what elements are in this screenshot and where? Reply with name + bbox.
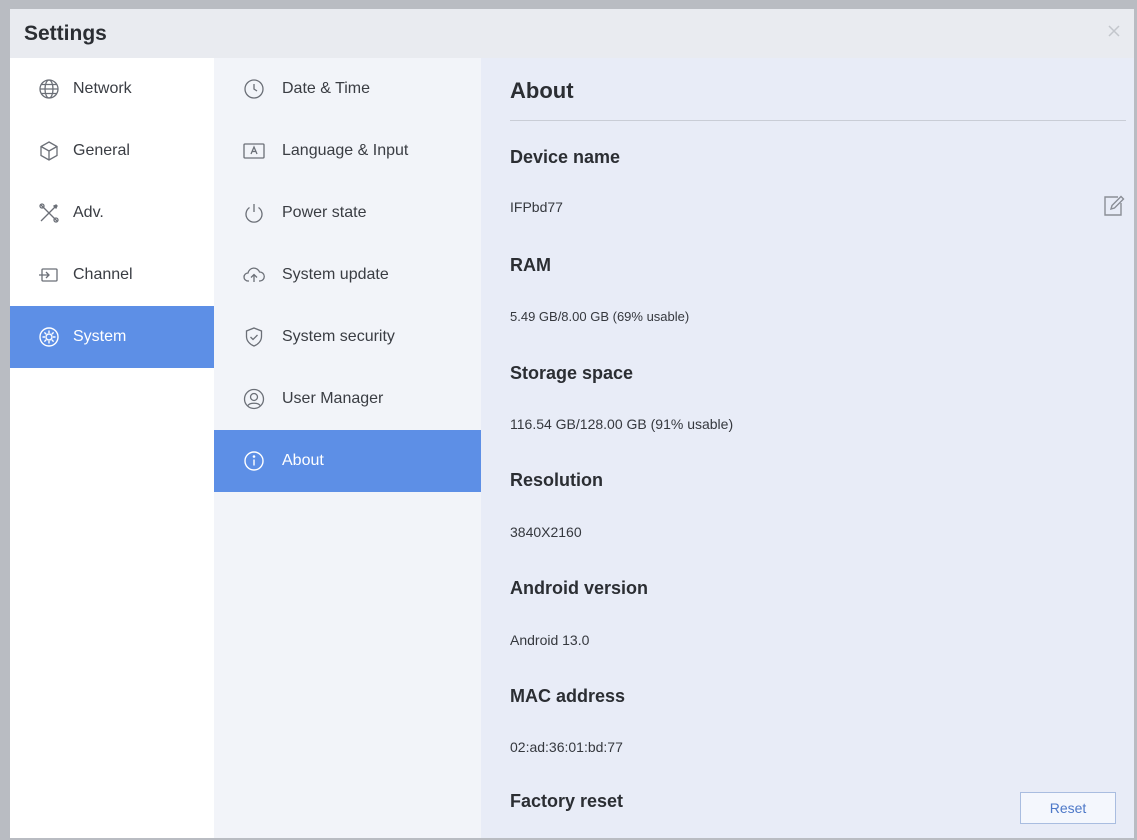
input-source-icon: [37, 263, 61, 287]
settings-window: Settings Network General Adv. Channel Sy…: [10, 9, 1134, 838]
sidebar-item-label: User Manager: [282, 390, 384, 407]
sidebar-item-about[interactable]: About: [214, 430, 481, 492]
sidebar-item-network[interactable]: Network: [10, 58, 214, 120]
sidebar-item-system-update[interactable]: System update: [214, 244, 481, 306]
device-name-label: Device name: [510, 147, 621, 167]
storage-label: Storage space: [510, 363, 634, 383]
mac-address-label: MAC address: [510, 686, 626, 706]
keyboard-letter-icon: [242, 139, 266, 163]
reset-button[interactable]: Reset: [1020, 792, 1116, 824]
sidebar-item-channel[interactable]: Channel: [10, 244, 214, 306]
sidebar-item-language-input[interactable]: Language & Input: [214, 120, 481, 182]
sidebar-item-power-state[interactable]: Power state: [214, 182, 481, 244]
edit-icon[interactable]: [1100, 193, 1126, 219]
sidebar-item-general[interactable]: General: [10, 120, 214, 182]
globe-icon: [37, 77, 61, 101]
sidebar-item-label: System: [73, 328, 127, 345]
cloud-upload-icon: [242, 263, 266, 287]
sidebar-item-label: System update: [282, 266, 389, 283]
info-icon: [242, 449, 266, 473]
about-panel: About Device name IFPbd77 RAM 5.49 GB/8.…: [481, 58, 1134, 838]
sidebar-item-label: Adv.: [73, 204, 104, 221]
page-title: About: [510, 78, 574, 103]
ram-label: RAM: [510, 255, 551, 275]
sidebar-item-system[interactable]: System: [10, 306, 214, 368]
sidebar-item-system-security[interactable]: System security: [214, 306, 481, 368]
divider: [510, 120, 1126, 121]
resolution-value: 3840X2160: [510, 524, 582, 540]
sidebar-item-label: About: [282, 452, 324, 469]
clock-icon: [242, 77, 266, 101]
storage-value: 116.54 GB/128.00 GB (91% usable): [510, 416, 734, 432]
ram-value: 5.49 GB/8.00 GB (69% usable): [510, 309, 690, 324]
android-version-label: Android version: [510, 578, 649, 598]
primary-sidebar: Network General Adv. Channel System: [10, 58, 214, 838]
window-title: Settings: [24, 22, 107, 45]
close-icon[interactable]: [1104, 21, 1124, 41]
sidebar-item-label: Network: [73, 80, 132, 97]
sidebar-item-label: Channel: [73, 266, 133, 283]
sidebar-item-label: General: [73, 142, 130, 159]
tools-icon: [37, 201, 61, 225]
sidebar-item-label: Language & Input: [282, 142, 409, 159]
secondary-sidebar: Date & Time Language & Input Power state…: [214, 58, 481, 838]
sidebar-item-date-time[interactable]: Date & Time: [214, 58, 481, 120]
mac-address-value: 02:ad:36:01:bd:77: [510, 739, 623, 755]
user-icon: [242, 387, 266, 411]
title-bar: Settings: [10, 9, 1134, 58]
factory-reset-label: Factory reset: [510, 791, 624, 811]
sidebar-item-label: Date & Time: [282, 80, 371, 97]
sidebar-item-adv[interactable]: Adv.: [10, 182, 214, 244]
sidebar-item-label: System security: [282, 328, 395, 345]
device-name-value: IFPbd77: [510, 199, 563, 215]
sidebar-item-user-manager[interactable]: User Manager: [214, 368, 481, 430]
gear-icon: [37, 325, 61, 349]
sidebar-item-label: Power state: [282, 204, 367, 221]
cube-icon: [37, 139, 61, 163]
shield-check-icon: [242, 325, 266, 349]
power-icon: [242, 201, 266, 225]
android-version-value: Android 13.0: [510, 632, 590, 648]
resolution-label: Resolution: [510, 470, 603, 490]
